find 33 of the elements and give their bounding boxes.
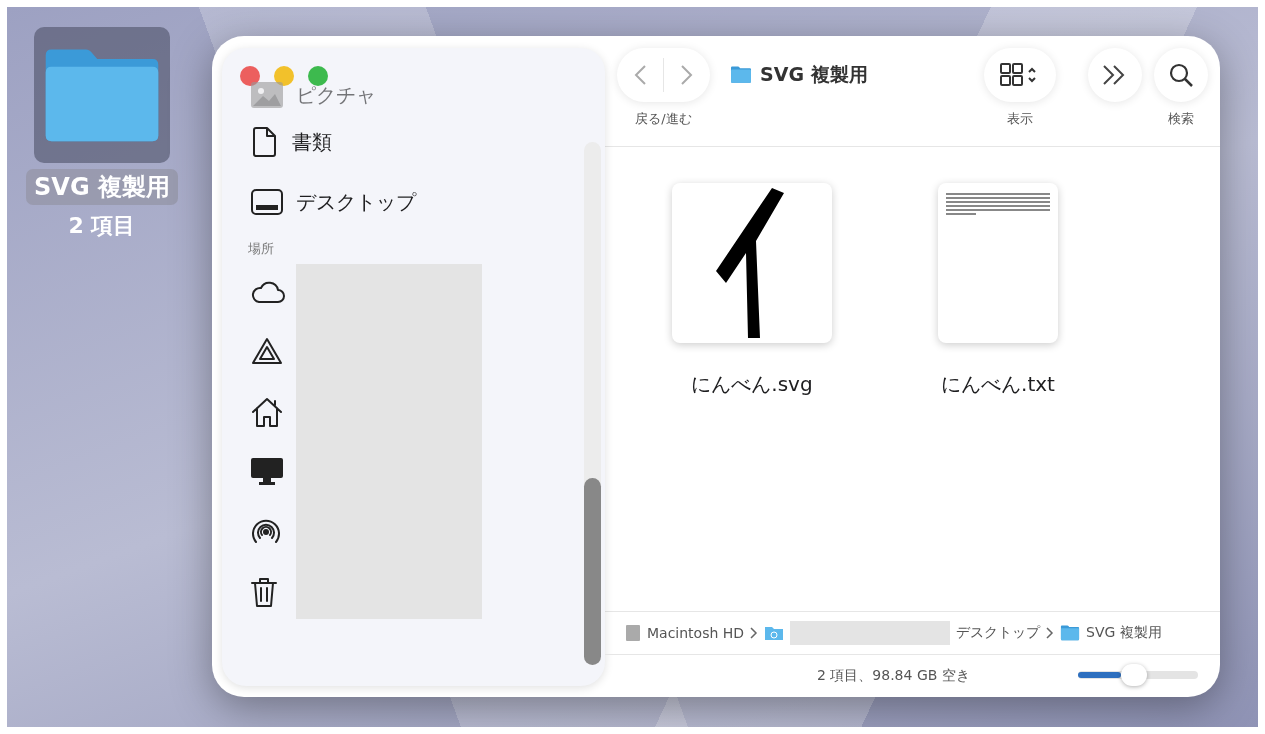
image-thumbnail[interactable] (672, 183, 832, 343)
close-button[interactable] (240, 66, 260, 86)
folder-icon (1060, 625, 1081, 641)
path-item[interactable]: SVG 複製用 (1086, 624, 1162, 642)
sidebar-item[interactable]: ピクチャ (296, 81, 376, 109)
picture-icon (250, 81, 284, 109)
sidebar-item[interactable]: デスクトップ (296, 188, 416, 216)
file-name[interactable]: にんべん.txt (941, 371, 1055, 398)
folder-icon (730, 66, 752, 84)
home-folder-icon (764, 625, 785, 641)
toolbar-label: 検索 (1168, 110, 1194, 128)
text-file-thumbnail[interactable] (938, 183, 1058, 343)
path-item[interactable]: デスクトップ (956, 624, 1041, 642)
search-icon (1168, 62, 1194, 88)
status-text: 2 項目、98.84 GB 空き (817, 667, 970, 685)
window-title: SVG 複製用 (760, 62, 868, 87)
sidebar-item[interactable]: 書類 (292, 128, 332, 156)
toolbar-label: 表示 (1007, 110, 1033, 128)
slider-thumb[interactable] (1121, 664, 1148, 686)
scrollbar-thumb[interactable] (584, 478, 601, 665)
folder-name: SVG 複製用 (26, 169, 178, 205)
more-button[interactable] (1088, 48, 1142, 102)
item-count: 2 項目 (68, 212, 136, 240)
file-name[interactable]: にんべん.svg (691, 371, 813, 398)
chevron-icon (1046, 627, 1055, 639)
toolbar-label: 戻る/進む (635, 110, 692, 128)
search-button[interactable] (1154, 48, 1208, 102)
view-options-button[interactable] (984, 48, 1056, 102)
zoom-slider[interactable] (1078, 664, 1198, 686)
chevron-icon (750, 627, 759, 639)
section-heading: 場所 (248, 240, 275, 258)
desktop-icon (250, 188, 284, 216)
path-item[interactable]: Macintosh HD (647, 625, 745, 641)
